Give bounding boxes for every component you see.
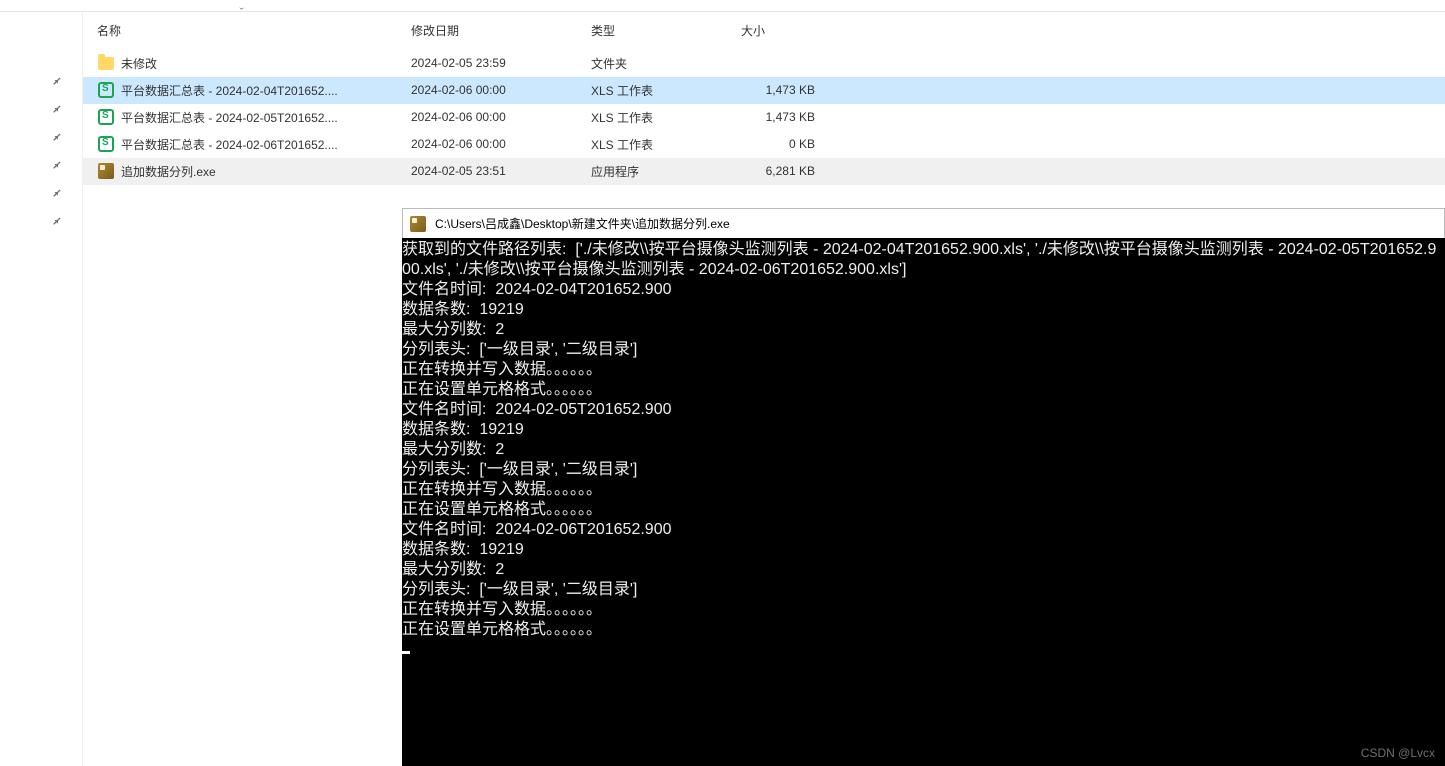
watermark: CSDN @Lvcx: [1361, 746, 1435, 760]
file-name: 追加数据分列.exe: [121, 163, 216, 180]
file-type: 文件夹: [591, 55, 741, 72]
file-rows: 未修改 2024-02-05 23:59文件夹平台数据汇总表 - 2024-02-…: [83, 50, 1445, 185]
exe-icon: [409, 215, 427, 233]
file-type: XLS 工作表: [591, 136, 741, 153]
file-list-panel: 名称 修改日期 类型 大小 未修改 2024-02-05 23:59文件夹平台数据…: [83, 12, 1445, 766]
col-name[interactable]: 名称: [83, 12, 411, 49]
main-area: 名称 修改日期 类型 大小 未修改 2024-02-05 23:59文件夹平台数据…: [0, 12, 1445, 766]
xls-icon: [97, 108, 115, 126]
file-type: 应用程序: [591, 163, 741, 180]
xls-icon: [97, 135, 115, 153]
file-size: 1,473 KB: [741, 83, 821, 97]
console-titlebar[interactable]: C:\Users\吕成鑫\Desktop\新建文件夹\追加数据分列.exe: [402, 208, 1445, 238]
xls-icon: [97, 81, 115, 99]
file-date: 2024-02-05 23:59: [411, 56, 591, 70]
col-type[interactable]: 类型: [591, 12, 741, 49]
file-name: 平台数据汇总表 - 2024-02-06T201652....: [121, 136, 338, 153]
pinned-item[interactable]: [0, 123, 82, 151]
file-row[interactable]: 未修改 2024-02-05 23:59文件夹: [83, 50, 1445, 77]
file-date: 2024-02-06 00:00: [411, 137, 591, 151]
folder-icon: [97, 54, 115, 72]
console-output[interactable]: 获取到的文件路径列表: ['./未修改\\按平台摄像头监测列表 - 2024-0…: [402, 238, 1445, 660]
quick-access-sidebar: [0, 12, 83, 766]
file-row[interactable]: 平台数据汇总表 - 2024-02-04T201652.... 2024-02-0…: [83, 77, 1445, 104]
file-date: 2024-02-06 00:00: [411, 110, 591, 124]
pinned-item[interactable]: [0, 151, 82, 179]
file-name: 未修改: [121, 55, 157, 72]
file-size: 6,281 KB: [741, 164, 821, 178]
console-window[interactable]: C:\Users\吕成鑫\Desktop\新建文件夹\追加数据分列.exe 获取…: [402, 208, 1445, 766]
pinned-item[interactable]: [0, 95, 82, 123]
file-name: 平台数据汇总表 - 2024-02-04T201652....: [121, 82, 338, 99]
file-type: XLS 工作表: [591, 109, 741, 126]
pinned-item[interactable]: [0, 179, 82, 207]
col-date[interactable]: 修改日期: [411, 12, 591, 49]
file-date: 2024-02-06 00:00: [411, 83, 591, 97]
file-size: 1,473 KB: [741, 110, 821, 124]
file-row[interactable]: 追加数据分列.exe 2024-02-05 23:51应用程序6,281 KB: [83, 158, 1445, 185]
file-row[interactable]: 平台数据汇总表 - 2024-02-05T201652.... 2024-02-0…: [83, 104, 1445, 131]
pinned-item[interactable]: [0, 207, 82, 235]
window-top-bar: ›: [0, 0, 1445, 12]
col-size[interactable]: 大小: [741, 12, 821, 49]
file-name: 平台数据汇总表 - 2024-02-05T201652....: [121, 109, 338, 126]
exe-icon: [97, 162, 115, 180]
console-title: C:\Users\吕成鑫\Desktop\新建文件夹\追加数据分列.exe: [435, 214, 730, 234]
pinned-item[interactable]: [0, 67, 82, 95]
file-size: 0 KB: [741, 137, 821, 151]
column-headers: 名称 修改日期 类型 大小: [83, 12, 1445, 50]
file-date: 2024-02-05 23:51: [411, 164, 591, 178]
file-type: XLS 工作表: [591, 82, 741, 99]
cursor: [402, 651, 410, 654]
file-row[interactable]: 平台数据汇总表 - 2024-02-06T201652.... 2024-02-0…: [83, 131, 1445, 158]
chevron-down-icon[interactable]: ›: [236, 7, 247, 10]
